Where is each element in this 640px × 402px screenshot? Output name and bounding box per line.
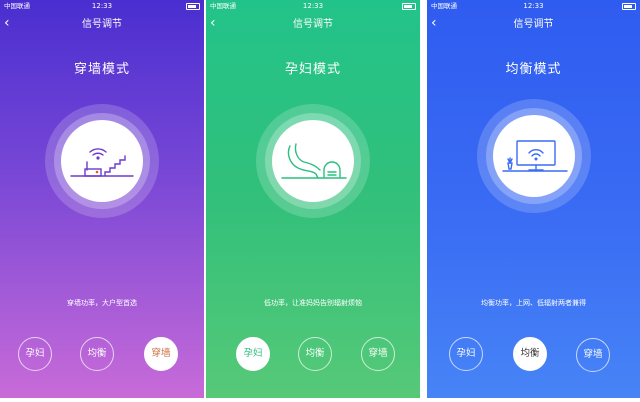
pregnant-mode-button[interactable]: 孕妇: [236, 337, 270, 371]
mode-illustration: [45, 104, 159, 218]
wall-mode-button[interactable]: 穿墙: [361, 337, 395, 371]
status-time: 12:33: [523, 2, 544, 10]
mode-title: 均衡模式: [505, 62, 562, 77]
nav-bar: ‹ 信号调节: [427, 12, 640, 34]
page-title: 信号调节: [82, 19, 122, 30]
phone-screen-balanced-mode: 中国联通 12:33 ‹ 信号调节 均衡模式 均衡功率，上网、低辐射两者兼得 孕…: [427, 0, 640, 398]
screenshot-collage: 中国联通 12:33 ‹ 信号调节 穿墙模式 穿墙功率，大户型首选 孕妇 均衡 …: [0, 0, 640, 402]
mode-illustration: [477, 99, 591, 213]
wall-mode-button[interactable]: 穿墙: [576, 338, 610, 372]
mode-description: 低功率，让准妈妈告别辐射烦恼: [264, 299, 362, 307]
mode-title: 孕妇模式: [284, 62, 341, 77]
nav-bar: ‹ 信号调节: [206, 12, 420, 34]
monitor-wifi-icon: [502, 140, 568, 172]
status-time: 12:33: [91, 2, 113, 10]
balanced-mode-button[interactable]: 均衡: [513, 337, 547, 371]
page-title: 信号调节: [513, 19, 554, 30]
battery-icon: [622, 0, 636, 12]
status-bar: 中国联通 12:33: [0, 0, 204, 12]
nav-bar: ‹ 信号调节: [0, 12, 204, 34]
pregnant-woman-icon: [281, 143, 347, 179]
page-title: 信号调节: [293, 19, 333, 30]
status-bar: 中国联通 12:33: [427, 0, 640, 12]
battery-icon: [402, 0, 416, 12]
mode-illustration: [256, 104, 370, 218]
wall-mode-button[interactable]: 穿墙: [144, 337, 178, 371]
battery-icon: [186, 0, 200, 12]
mode-description: 穿墙功率，大户型首选: [67, 299, 137, 307]
status-bar: 中国联通 12:33: [206, 0, 420, 12]
pregnant-mode-button[interactable]: 孕妇: [449, 337, 483, 371]
router-wall-icon: [70, 148, 134, 177]
mode-title: 穿墙模式: [73, 62, 130, 77]
pregnant-mode-button[interactable]: 孕妇: [18, 337, 52, 371]
balanced-mode-button[interactable]: 均衡: [80, 337, 114, 371]
phone-screen-wall-mode: 中国联通 12:33 ‹ 信号调节 穿墙模式 穿墙功率，大户型首选 孕妇 均衡 …: [0, 0, 204, 398]
mode-description: 均衡功率，上网、低辐射两者兼得: [481, 299, 586, 307]
balanced-mode-button[interactable]: 均衡: [298, 337, 332, 371]
phone-screen-pregnant-mode: 中国联通 12:33 ‹ 信号调节 孕妇模式 低功率，让准妈妈告别辐射烦恼 孕妇…: [206, 0, 420, 398]
status-time: 12:33: [302, 2, 324, 10]
